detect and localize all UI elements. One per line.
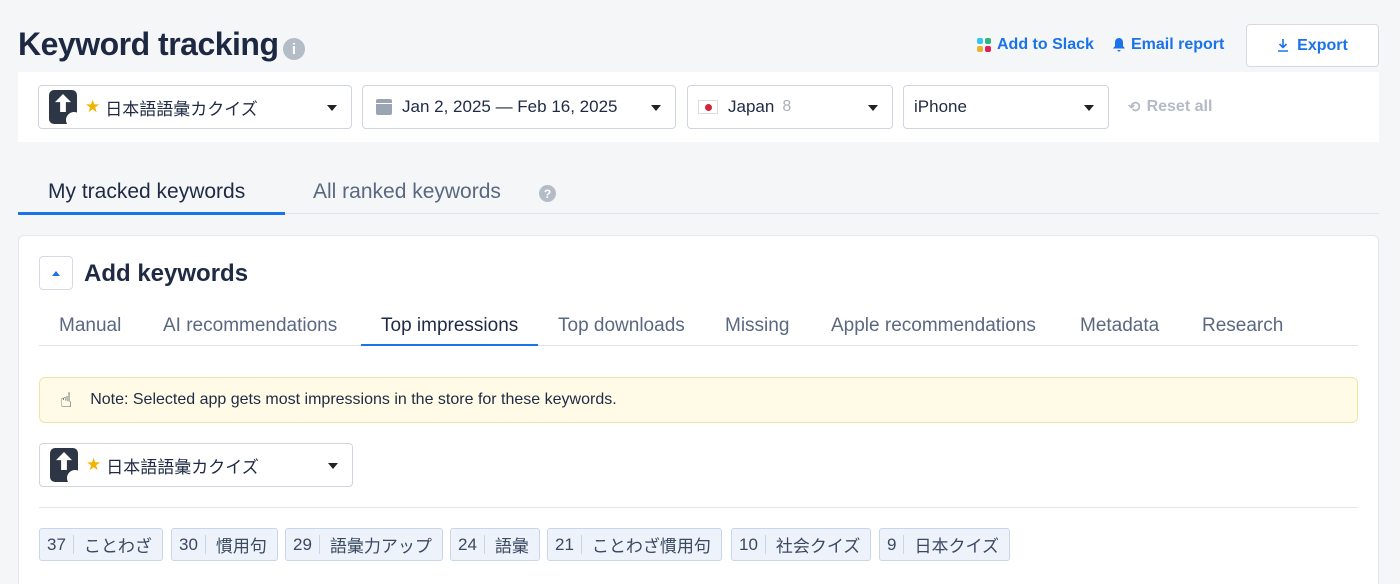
note-text: Note: Selected app gets most impressions… <box>90 391 617 408</box>
country-select[interactable]: Japan 8 <box>687 85 893 129</box>
note-banner: ☝ Note: Selected app gets most impressio… <box>39 377 1358 423</box>
email-report-label: Email report <box>1131 36 1225 53</box>
apple-icon <box>66 112 82 128</box>
keyword-chip[interactable]: 24 語彙 <box>450 528 540 561</box>
keyword-count: 10 <box>732 535 766 554</box>
star-icon: ★ <box>85 97 101 116</box>
star-icon: ★ <box>86 455 102 474</box>
keyword-count: 21 <box>548 535 582 554</box>
keyword-chip[interactable]: 21 ことわざ慣用句 <box>547 528 722 561</box>
chevron-down-icon <box>327 105 337 111</box>
subtab-ai-recommendations[interactable]: AI recommendations <box>163 315 337 337</box>
keyword-count: 24 <box>451 535 485 554</box>
refresh-icon: ⟲ <box>1128 99 1141 116</box>
active-subtab-indicator <box>361 344 538 346</box>
keyword-count: 29 <box>286 535 320 554</box>
pointing-finger-icon: ☝ <box>60 389 73 412</box>
reset-all-button[interactable]: ⟲ Reset all <box>1128 98 1212 116</box>
date-range-select[interactable]: Jan 2, 2025 — Feb 16, 2025 <box>362 85 676 129</box>
sub-tabs-divider <box>39 345 1358 346</box>
help-icon[interactable]: ? <box>539 185 556 202</box>
japan-flag-icon <box>698 100 718 114</box>
keyword-count: 30 <box>172 535 206 554</box>
keyword-chip[interactable]: 29 語彙力アップ <box>285 528 443 561</box>
bell-icon <box>1113 38 1125 52</box>
active-tab-indicator <box>18 212 285 215</box>
app-select-value: 日本語語彙カクイズ <box>105 99 258 119</box>
email-report-button[interactable]: Email report <box>1113 36 1224 54</box>
tab-my-tracked-keywords[interactable]: My tracked keywords <box>48 180 245 204</box>
keyword-text: 語彙力アップ <box>329 537 432 556</box>
subtab-top-downloads[interactable]: Top downloads <box>558 315 685 337</box>
subtab-manual[interactable]: Manual <box>59 315 121 337</box>
subtab-metadata[interactable]: Metadata <box>1080 315 1159 337</box>
keyword-text: ことわざ <box>83 537 152 556</box>
keyword-chip[interactable]: 9 日本クイズ <box>879 528 1010 561</box>
subtab-missing[interactable]: Missing <box>725 315 789 337</box>
tab-all-ranked-keywords[interactable]: All ranked keywords <box>313 180 501 204</box>
date-range-value: Jan 2, 2025 — Feb 16, 2025 <box>402 97 618 116</box>
keyword-text: ことわざ慣用句 <box>591 537 711 556</box>
keyword-chip[interactable]: 30 慣用句 <box>171 528 278 561</box>
keyword-chip[interactable]: 37 ことわざ <box>39 528 163 561</box>
add-to-slack-label: Add to Slack <box>997 36 1094 53</box>
keyword-text: 語彙 <box>494 537 529 556</box>
collapse-button[interactable] <box>39 256 73 290</box>
chevron-down-icon <box>651 105 661 111</box>
keyword-text: 日本クイズ <box>914 537 999 556</box>
keyword-count: 37 <box>40 535 74 554</box>
reset-all-label: Reset all <box>1146 98 1213 115</box>
info-icon[interactable]: i <box>283 38 305 60</box>
keyword-app-select[interactable]: ★ 日本語語彙カクイズ <box>39 443 353 487</box>
chevron-up-icon <box>52 270 60 276</box>
card-title: Add keywords <box>84 260 249 287</box>
subtab-research[interactable]: Research <box>1202 315 1283 337</box>
section-divider <box>39 507 1358 508</box>
device-value: iPhone <box>914 97 967 116</box>
chevron-down-icon <box>328 463 338 469</box>
keyword-text: 慣用句 <box>215 537 267 556</box>
chevron-down-icon <box>1084 105 1094 111</box>
keyword-chip[interactable]: 10 社会クイズ <box>731 528 872 561</box>
add-to-slack-button[interactable]: Add to Slack <box>977 36 1094 54</box>
page-title: Keyword tracking <box>18 26 279 62</box>
app-icon <box>49 90 82 128</box>
app-select[interactable]: ★ 日本語語彙カクイズ <box>38 85 352 129</box>
slack-icon <box>977 38 991 52</box>
country-count: 8 <box>782 98 792 115</box>
calendar-icon <box>376 99 392 115</box>
keyword-text: 社会クイズ <box>775 537 861 556</box>
export-button[interactable]: Export <box>1246 24 1379 67</box>
apple-icon <box>67 470 83 486</box>
subtab-top-impressions[interactable]: Top impressions <box>381 315 518 337</box>
chevron-down-icon <box>868 105 878 111</box>
keyword-count: 9 <box>880 535 905 554</box>
download-icon <box>1278 39 1289 52</box>
subtab-apple-recommendations[interactable]: Apple recommendations <box>831 315 1036 337</box>
app-icon <box>50 448 83 486</box>
keyword-app-select-value: 日本語語彙カクイズ <box>106 457 259 477</box>
export-label: Export <box>1297 36 1348 54</box>
country-value: Japan <box>728 97 775 116</box>
device-select[interactable]: iPhone <box>903 85 1109 129</box>
